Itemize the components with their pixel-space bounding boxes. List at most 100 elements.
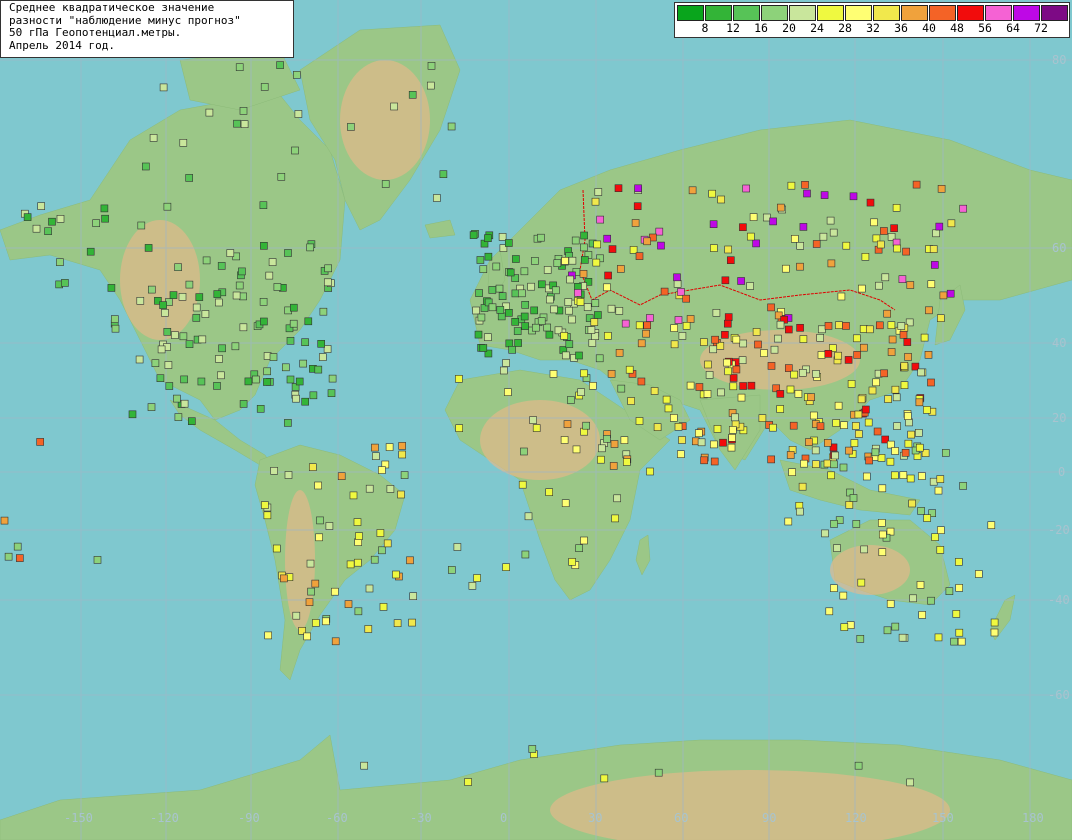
station-marker (603, 434, 611, 443)
station-marker (513, 327, 522, 335)
station-marker (475, 289, 483, 297)
station-marker (531, 257, 539, 265)
station-marker (185, 174, 193, 182)
station-marker (936, 475, 945, 483)
station-marker (164, 361, 173, 369)
station-marker (912, 180, 921, 189)
station-marker (774, 334, 782, 343)
station-marker (947, 219, 956, 228)
station-marker (597, 444, 606, 453)
station-marker (935, 222, 944, 231)
station-marker (495, 284, 504, 293)
station-marker (13, 542, 22, 551)
station-marker (752, 239, 760, 248)
station-marker (673, 279, 682, 288)
station-marker (289, 303, 298, 312)
station-marker (579, 243, 588, 252)
station-marker (845, 501, 854, 509)
station-marker (239, 107, 248, 115)
station-marker (593, 240, 602, 249)
station-marker (477, 313, 486, 322)
station-marker (256, 404, 265, 413)
station-marker (700, 338, 708, 346)
station-marker (136, 296, 145, 305)
station-marker (306, 243, 315, 252)
station-marker (180, 375, 188, 384)
station-marker (884, 395, 892, 403)
station-marker (955, 628, 964, 637)
station-marker (974, 570, 983, 578)
station-marker (537, 233, 545, 242)
station-marker (180, 399, 189, 408)
station-marker (174, 263, 182, 272)
station-marker (576, 298, 585, 306)
station-marker (890, 471, 899, 480)
legend-swatch (677, 5, 704, 21)
legend-swatch (733, 5, 760, 21)
lat-label: -40 (1048, 593, 1070, 607)
station-marker (782, 264, 790, 273)
station-marker (524, 512, 533, 521)
station-marker (235, 281, 244, 290)
legend-swatch (929, 5, 956, 21)
station-marker (365, 484, 374, 493)
station-marker (820, 191, 829, 199)
station-marker (561, 256, 569, 265)
station-marker (906, 281, 915, 289)
lat-label: 0 (1058, 465, 1065, 479)
station-marker (739, 382, 747, 390)
station-marker (959, 482, 967, 490)
station-marker (821, 529, 829, 538)
station-marker (747, 381, 756, 390)
lat-label: 60 (1052, 241, 1066, 255)
station-marker (239, 400, 248, 408)
station-marker (857, 395, 866, 404)
station-marker (185, 280, 194, 289)
station-marker (842, 241, 851, 250)
station-marker (717, 388, 725, 397)
station-marker (710, 440, 718, 449)
station-marker (616, 265, 625, 273)
station-marker (904, 412, 912, 420)
station-marker (307, 587, 315, 596)
station-marker (517, 289, 526, 298)
station-marker (546, 295, 554, 304)
station-marker (453, 543, 462, 551)
station-marker (161, 308, 169, 317)
station-marker (580, 256, 589, 264)
station-marker (870, 218, 878, 227)
station-marker (577, 388, 585, 397)
station-marker (723, 319, 732, 328)
legend-label: 28 (838, 21, 852, 35)
legend-swatch (873, 5, 900, 21)
station-marker (505, 308, 513, 317)
station-marker (496, 306, 505, 314)
station-marker (372, 452, 380, 461)
station-marker (902, 247, 910, 256)
station-marker (653, 423, 662, 432)
station-marker (731, 413, 739, 422)
station-marker (355, 532, 363, 540)
station-marker (597, 455, 605, 464)
station-marker (876, 240, 885, 249)
station-marker (898, 633, 907, 642)
station-marker (568, 315, 576, 324)
station-marker (86, 247, 95, 256)
station-marker (499, 366, 508, 375)
station-marker (886, 599, 895, 608)
station-marker (518, 480, 527, 489)
map-view[interactable]: -150 -120 -90 -60 -30 0 30 60 90 120 150… (0, 0, 1072, 840)
station-marker (615, 348, 624, 357)
station-marker (603, 283, 611, 292)
station-marker (322, 617, 330, 626)
station-marker (786, 385, 795, 394)
station-marker (824, 349, 833, 358)
station-marker (915, 443, 924, 452)
station-marker (292, 394, 300, 403)
station-marker (323, 278, 332, 287)
station-marker (0, 516, 9, 525)
station-marker (294, 110, 303, 118)
station-marker (853, 334, 861, 343)
station-marker (213, 290, 222, 298)
station-marker (682, 294, 691, 303)
